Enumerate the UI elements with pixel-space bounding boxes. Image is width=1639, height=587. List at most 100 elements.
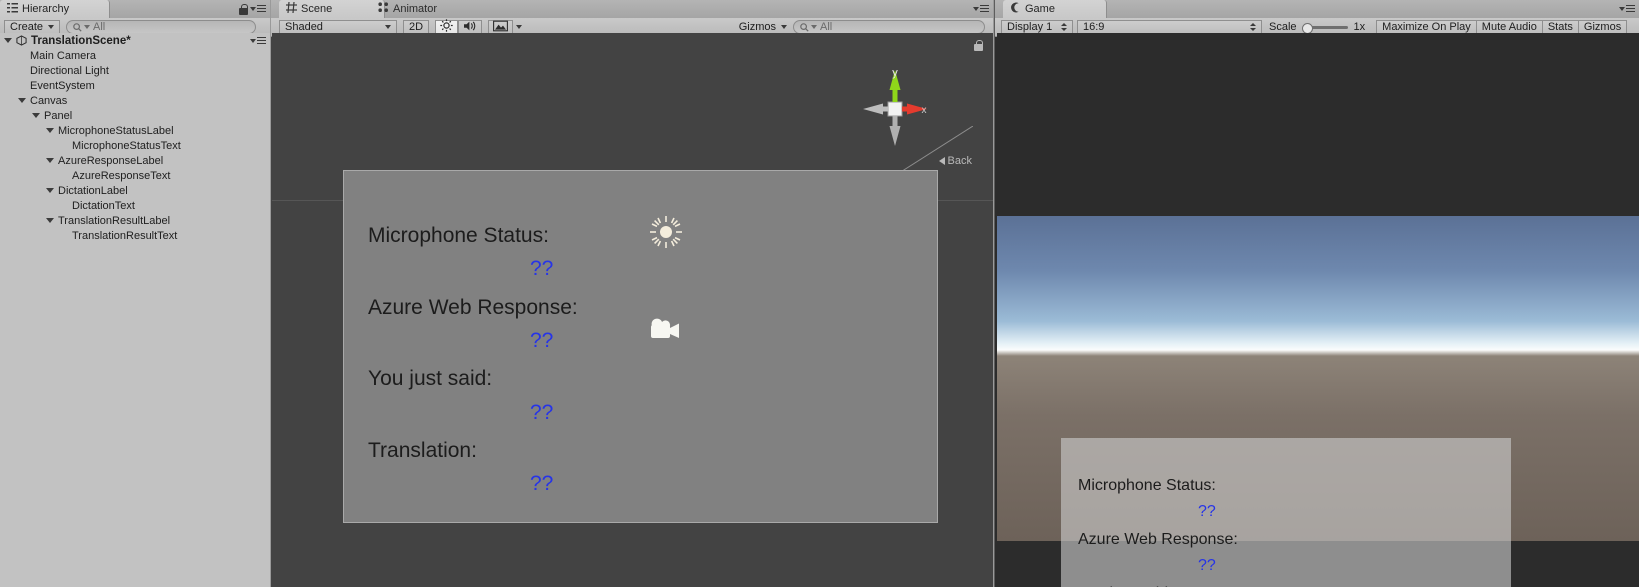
- tab-scene[interactable]: Scene: [279, 0, 385, 18]
- tab-scene-label: Scene: [301, 3, 333, 15]
- hierarchy-item-label: DictationText: [72, 199, 135, 212]
- chevron-down-icon: [48, 25, 55, 29]
- scene-context-menu[interactable]: [250, 37, 266, 44]
- tab-animator[interactable]: Animator: [371, 0, 480, 18]
- animator-icon: [378, 2, 389, 16]
- tab-game[interactable]: Game: [1003, 0, 1107, 18]
- hierarchy-search-input[interactable]: All: [66, 20, 256, 34]
- scene-row-value: ??: [530, 401, 554, 424]
- game-tabbar: Game: [995, 0, 1639, 19]
- grid-icon: [286, 1, 297, 16]
- foldout-icon[interactable]: [46, 188, 54, 193]
- hierarchy-item-label: MicrophoneStatusLabel: [58, 124, 174, 137]
- camera-icon: [651, 318, 679, 338]
- scale-slider-track[interactable]: [1301, 22, 1348, 34]
- game-panel: Game Display 1 16:9 Scale 1x Maximize On…: [995, 0, 1639, 587]
- game-ui-panel: Microphone Status:?? Azure Web Response:?…: [1061, 438, 1511, 587]
- search-icon: [800, 22, 809, 32]
- hierarchy-item-label: EventSystem: [30, 79, 95, 92]
- game-row-label: Azure Web Response:: [1078, 531, 1238, 548]
- scene-lock-icon[interactable]: [974, 40, 983, 51]
- directional-light-icon: [650, 216, 682, 248]
- tab-game-label: Game: [1025, 3, 1055, 15]
- hierarchy-item-main camera[interactable]: Main Camera: [0, 48, 270, 63]
- unity-editor-window: Hierarchy Create All TranslationScene* M…: [0, 0, 1639, 587]
- game-viewport[interactable]: Microphone Status:?? Azure Web Response:?…: [997, 33, 1639, 587]
- foldout-icon[interactable]: [32, 113, 40, 118]
- scene-search-placeholder: All: [820, 21, 833, 33]
- hierarchy-tabbar: Hierarchy: [0, 0, 270, 19]
- hierarchy-options-menu[interactable]: [250, 5, 266, 12]
- tab-hierarchy-label: Hierarchy: [22, 3, 70, 15]
- hierarchy-item-microphonestatustext[interactable]: MicrophoneStatusText: [0, 138, 270, 153]
- hierarchy-icon: [7, 2, 18, 16]
- hierarchy-item-eventsystem[interactable]: EventSystem: [0, 78, 270, 93]
- scene-search-input[interactable]: All: [793, 20, 985, 34]
- unity-scene-icon: [16, 35, 27, 46]
- foldout-icon[interactable]: [46, 128, 54, 133]
- scene-panel: Scene Animator Shaded 2D Gizmos All Micr…: [271, 0, 993, 587]
- hierarchy-item-label: TranslationResultText: [72, 229, 178, 242]
- hierarchy-item-label: Main Camera: [30, 49, 97, 62]
- foldout-icon[interactable]: [18, 98, 26, 103]
- hierarchy-scene-name: TranslationScene*: [31, 34, 131, 47]
- scene-row-label: Azure Web Response:: [368, 296, 578, 319]
- hierarchy-item-canvas[interactable]: Canvas: [0, 93, 270, 108]
- hierarchy-item-label: DictationLabel: [58, 184, 128, 197]
- chevron-updown-icon: [1250, 23, 1256, 31]
- hierarchy-item-label: TranslationResultLabel: [58, 214, 171, 227]
- hierarchy-tree[interactable]: TranslationScene* Main Camera Directional…: [0, 33, 270, 587]
- scene-view-label-text: Back: [947, 155, 972, 167]
- arrow-left-icon: [938, 157, 945, 165]
- foldout-icon[interactable]: [46, 218, 54, 223]
- game-icon: [1010, 2, 1021, 16]
- svg-text:x: x: [922, 105, 927, 116]
- hierarchy-item-directional light[interactable]: Directional Light: [0, 63, 270, 78]
- hierarchy-item-label: MicrophoneStatusText: [72, 139, 181, 152]
- hierarchy-item-label: AzureResponseText: [72, 169, 171, 182]
- hierarchy-item-translationresultlabel[interactable]: TranslationResultLabel: [0, 213, 270, 228]
- scene-view-orientation-label[interactable]: Back: [938, 155, 972, 167]
- game-render-area: Microphone Status:?? Azure Web Response:?…: [997, 216, 1639, 587]
- hierarchy-panel: Hierarchy Create All TranslationScene* M…: [0, 0, 270, 587]
- hierarchy-item-label: AzureResponseLabel: [58, 154, 164, 167]
- game-row-value: ??: [1198, 557, 1216, 574]
- chevron-down-icon: [516, 25, 523, 29]
- svg-text:y: y: [892, 68, 898, 79]
- hierarchy-item-dictationtext[interactable]: DictationText: [0, 198, 270, 213]
- chevron-down-icon: [385, 25, 391, 29]
- scene-axis-gizmo[interactable]: y x: [861, 68, 929, 148]
- hierarchy-item-label: Panel: [44, 109, 73, 122]
- scene-row-label: Translation:: [368, 439, 477, 462]
- lock-icon[interactable]: [239, 4, 248, 15]
- game-options-menu[interactable]: [1619, 5, 1635, 12]
- scene-row-label: You just said:: [368, 367, 493, 390]
- scene-viewport[interactable]: Microphone Status:?? Azure Web Response:?…: [272, 33, 993, 587]
- chevron-updown-icon: [1061, 23, 1067, 31]
- scene-row-value: ??: [530, 257, 554, 280]
- hierarchy-item-panel[interactable]: Panel: [0, 108, 270, 123]
- hierarchy-item-azureresponsetext[interactable]: AzureResponseText: [0, 168, 270, 183]
- hierarchy-item-microphonestatuslabel[interactable]: MicrophoneStatusLabel: [0, 123, 270, 138]
- hierarchy-item-azureresponselabel[interactable]: AzureResponseLabel: [0, 153, 270, 168]
- hierarchy-item-dictationlabel[interactable]: DictationLabel: [0, 183, 270, 198]
- tab-hierarchy[interactable]: Hierarchy: [0, 0, 110, 18]
- foldout-icon[interactable]: [46, 158, 54, 163]
- hierarchy-item-label: Canvas: [30, 94, 68, 107]
- game-row-label: Microphone Status:: [1078, 477, 1216, 494]
- game-row-value: ??: [1198, 503, 1216, 520]
- hierarchy-scene-row[interactable]: TranslationScene*: [0, 33, 270, 48]
- foldout-icon[interactable]: [4, 38, 12, 43]
- tab-animator-label: Animator: [393, 3, 438, 15]
- hierarchy-item-label: Directional Light: [30, 64, 109, 77]
- hierarchy-search-placeholder: All: [93, 21, 106, 33]
- scene-canvas-panel: Microphone Status:?? Azure Web Response:?…: [343, 170, 938, 523]
- scene-options-menu[interactable]: [973, 5, 989, 12]
- scene-game-divider[interactable]: [993, 0, 994, 587]
- scene-row-value: ??: [530, 329, 554, 352]
- scene-row-value: ??: [530, 472, 554, 495]
- scene-tabbar: Scene Animator: [271, 0, 993, 19]
- hierarchy-item-translationresulttext[interactable]: TranslationResultText: [0, 228, 270, 243]
- search-icon: [73, 22, 82, 32]
- scene-row-label: Microphone Status:: [368, 224, 549, 247]
